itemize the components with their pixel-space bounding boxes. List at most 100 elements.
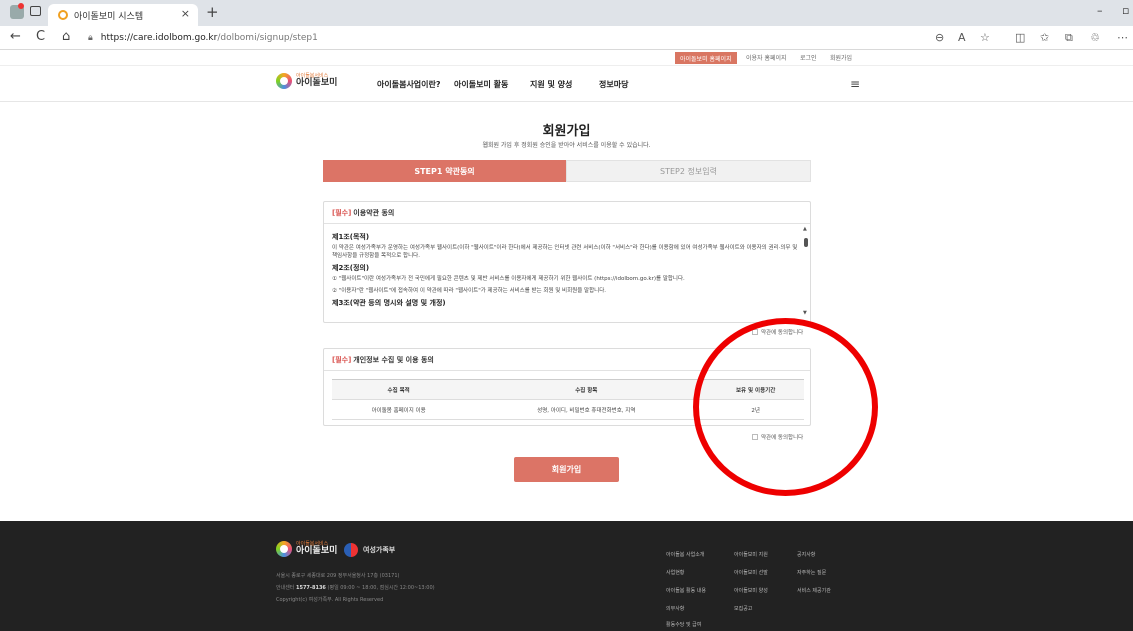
scroll-thumb[interactable]: [804, 238, 808, 247]
terms-agree-label[interactable]: 약관에 동의합니다: [761, 328, 803, 336]
page-title: 회원가입: [542, 124, 591, 139]
footer-logo-title: 아이돌보미: [296, 546, 338, 556]
table-row: 아이돌봄 홈페이지 이용 성명, 아이디, 비밀번호 휴대전화번호, 지역 2년: [332, 399, 804, 420]
footer-link[interactable]: 아이돌보미 선발: [734, 569, 768, 576]
footer-logo[interactable]: 아이돌봄서비스 아이돌보미: [276, 541, 337, 557]
article-2-title: 제2조(정의): [332, 263, 370, 272]
tab-actions-icon[interactable]: [30, 6, 41, 16]
close-tab-icon[interactable]: ×: [181, 7, 190, 20]
scroll-down-icon[interactable]: ▼: [803, 310, 807, 318]
menu-about[interactable]: 아이돌봄사업이란?: [377, 79, 441, 90]
split-screen-icon[interactable]: ◫: [1015, 31, 1025, 44]
step-1: STEP1 약관동의: [323, 160, 566, 182]
favorite-icon[interactable]: ☆: [980, 31, 990, 44]
menu-activity[interactable]: 아이돌보미 활동: [454, 79, 508, 90]
main-navigation: 아이돌봄서비스 아이돌보미 아이돌봄사업이란? 아이돌보미 활동 지원 및 양성…: [0, 66, 1133, 102]
url-domain: https://care.idolbom.go.kr: [100, 33, 218, 43]
privacy-table: 수집 목적 수집 항목 보유 및 이용기간 아이돌봄 홈페이지 이용 성명, 아…: [332, 379, 804, 420]
table-cell: 성명, 아이디, 비밀번호 휴대전화번호, 지역: [465, 399, 708, 420]
terms-scroll-area[interactable]: 제1조(목적) 이 약관은 여성가족부가 운영하는 여성가족부 웹사이트(이하 …: [324, 224, 810, 320]
footer-logo-icon: [276, 541, 292, 557]
minimize-icon[interactable]: –: [1097, 4, 1103, 17]
footer-link[interactable]: 아이돌봄 활동 내용: [666, 587, 706, 594]
footer-link[interactable]: 의무사항: [666, 605, 684, 612]
privacy-title: 개인정보 수집 및 이용 동의: [353, 355, 434, 364]
favicon-icon: [58, 10, 68, 20]
footer-link[interactable]: 공지사항: [797, 551, 815, 558]
article-1-body: 이 약관은 여성가족부가 운영하는 여성가족부 웹사이트(이하 "웹사이트"이라…: [332, 244, 798, 260]
footer-link[interactable]: 모집공고: [734, 605, 752, 612]
terms-scrollbar[interactable]: ▲ ▼: [803, 226, 809, 318]
footer-callcenter: 안내센터 1577-8136 (평일 09:00 ~ 18:00, 점심시간 1…: [276, 584, 435, 591]
user-home-link[interactable]: 이용자 홈페이지: [746, 53, 787, 62]
required-tag: [필수]: [332, 355, 352, 364]
new-tab-button[interactable]: +: [206, 3, 219, 21]
article-1-title: 제1조(목적): [332, 233, 370, 241]
extensions-icon[interactable]: ♲: [1090, 31, 1100, 44]
logo-title: 아이돌보미: [296, 78, 338, 88]
signup-button[interactable]: 회원가입: [514, 457, 619, 482]
logo-icon: [276, 73, 292, 89]
collections-icon[interactable]: ⧉: [1065, 31, 1073, 45]
terms-agree[interactable]: 약관에 동의합니다: [752, 328, 803, 336]
zoom-icon[interactable]: ⊖: [935, 31, 944, 44]
callcenter-label: 안내센터: [276, 585, 295, 591]
article-2-p2: ② "이용자"란 "웹사이트"에 접속하여 이 약관에 따라 "웹사이트"가 제…: [332, 288, 607, 295]
ministry-emblem-icon: [344, 543, 358, 557]
privacy-heading: [필수] 개인정보 수집 및 이용 동의: [324, 349, 810, 371]
terms-title: 이용약관 동의: [353, 208, 395, 217]
footer-link[interactable]: 활동수당 및 급여: [666, 621, 701, 628]
column-header: 수집 목적: [332, 379, 466, 400]
browser-tab-bar: 아이돌보미 시스템 × + – ▫: [0, 0, 1133, 26]
callcenter-number: 1577-8136: [296, 585, 326, 591]
read-aloud-icon[interactable]: A: [958, 31, 966, 44]
footer-link[interactable]: 아이돌보미 지원: [734, 551, 768, 558]
step-2: STEP2 정보입력: [566, 160, 811, 182]
address-bar: ← C ⌂ 🔒︎ https://care.idolbom.go.kr /dol…: [0, 26, 1133, 50]
home-button[interactable]: ⌂: [62, 29, 70, 44]
table-cell: 아이돌봄 홈페이지 이용: [332, 399, 466, 420]
menu-support[interactable]: 지원 및 양성: [530, 79, 572, 90]
utility-bar: 아이돌보미 홈페이지 이용자 홈페이지 로그인 회원가입: [0, 50, 1133, 66]
terms-agree-checkbox[interactable]: [752, 329, 758, 335]
ministry-logo[interactable]: 여성가족부: [344, 543, 395, 557]
privacy-agree-label[interactable]: 약관에 동의합니다: [761, 433, 803, 441]
terms-heading: [필수] 이용약관 동의: [324, 202, 810, 224]
article-3-title: 제3조(약관 등의 명시와 설명 및 개정): [332, 298, 446, 307]
signup-link[interactable]: 회원가입: [830, 53, 852, 62]
tab-title: 아이돌보미 시스템: [74, 11, 144, 22]
page-subtitle: 웹회원 가입 후 정회원 승인을 받아야 서비스를 이용할 수 있습니다.: [482, 142, 651, 149]
favorites-bar-icon[interactable]: ✩: [1040, 31, 1049, 44]
article-2-p1: ① "웹사이트"이란 여성가족부가 전 국민에게 필요한 콘텐츠 및 제반 서비…: [332, 275, 685, 282]
column-header: 수집 항목: [465, 379, 708, 400]
footer-copyright: Copyright(c) 여성가족부. All Rights Reserved: [276, 597, 384, 603]
reload-button[interactable]: C: [36, 29, 45, 44]
site-footer: 아이돌봄서비스 아이돌보미 여성가족부 서울시 종로구 세종대로 209 정부서…: [0, 521, 1133, 631]
footer-address: 서울시 종로구 세종대로 209 정부서울청사 17층 (03171): [276, 573, 400, 579]
back-button[interactable]: ←: [10, 29, 21, 44]
terms-panel: [필수] 이용약관 동의 제1조(목적) 이 약관은 여성가족부가 운영하는 여…: [323, 201, 811, 323]
footer-link[interactable]: 서비스 제공기관: [797, 587, 831, 594]
hamburger-menu-icon[interactable]: ≡: [850, 77, 860, 91]
column-header: 보유 및 이용기간: [707, 379, 804, 400]
required-tag: [필수]: [332, 208, 352, 217]
lock-icon: 🔒︎: [88, 33, 93, 43]
footer-link[interactable]: 자주하는 질문: [797, 569, 826, 576]
dolbomi-home-link[interactable]: 아이돌보미 홈페이지: [675, 52, 737, 64]
login-link[interactable]: 로그인: [800, 53, 817, 62]
restore-icon[interactable]: ▫: [1122, 4, 1129, 17]
browser-tab[interactable]: 아이돌보미 시스템 ×: [48, 4, 198, 26]
privacy-agree-checkbox[interactable]: [752, 434, 758, 440]
privacy-panel: [필수] 개인정보 수집 및 이용 동의 수집 목적 수집 항목 보유 및 이용…: [323, 348, 811, 426]
url-path: /dolbomi/signup/step1: [217, 33, 318, 43]
footer-link[interactable]: 아이돌보미 양성: [734, 587, 768, 594]
site-logo[interactable]: 아이돌봄서비스 아이돌보미: [276, 73, 337, 89]
more-icon[interactable]: ⋯: [1117, 31, 1128, 44]
notification-dot: [18, 3, 24, 9]
url-field[interactable]: 🔒︎ https://care.idolbom.go.kr /dolbomi/s…: [88, 30, 908, 46]
menu-info[interactable]: 정보마당: [599, 79, 628, 90]
privacy-agree[interactable]: 약관에 동의합니다: [752, 433, 803, 441]
footer-link[interactable]: 아이돌봄 사업소개: [666, 551, 704, 558]
footer-link[interactable]: 사업현황: [666, 569, 684, 576]
scroll-up-icon[interactable]: ▲: [803, 226, 807, 234]
